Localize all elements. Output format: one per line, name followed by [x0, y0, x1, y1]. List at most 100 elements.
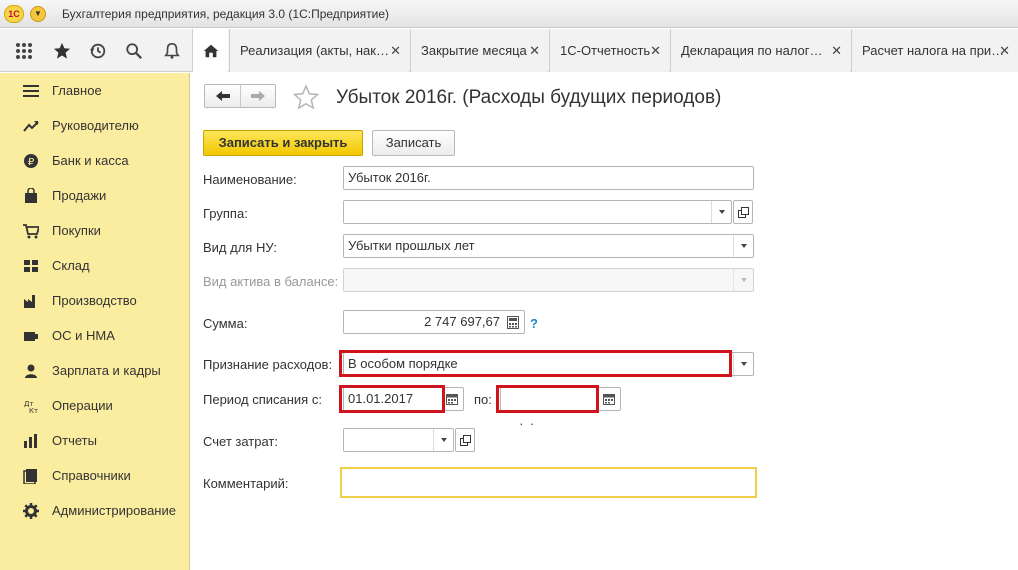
sidebar-item-label: Продажи: [52, 188, 107, 203]
arrow-right-icon: [251, 91, 265, 101]
home-icon: [203, 44, 218, 57]
name-label: Наименование:: [203, 172, 297, 187]
sidebar-item-administration[interactable]: Администрирование: [0, 493, 190, 528]
tab-tax-declaration[interactable]: Декларация по налог… ✕: [670, 29, 850, 72]
name-value: Убыток 2016г.: [348, 170, 431, 185]
sidebar-item-label: Справочники: [52, 468, 131, 483]
sidebar-item-label: Главное: [52, 83, 102, 98]
chevron-down-icon[interactable]: [711, 201, 731, 223]
asset-type-select: [343, 268, 754, 292]
assets-icon: [22, 327, 40, 345]
sidebar-item-reports[interactable]: Отчеты: [0, 423, 190, 458]
calendar-icon[interactable]: [599, 388, 619, 410]
svg-text:₽: ₽: [28, 157, 35, 168]
factory-icon: [22, 292, 40, 310]
window-title-bar: 1C ▼ Бухгалтерия предприятия, редакция 3…: [0, 0, 1018, 28]
highlight-frame: [496, 385, 599, 413]
group-label: Группа:: [203, 206, 248, 221]
tab-tax-calculation[interactable]: Расчет налога на при… ✕: [851, 29, 1018, 72]
sidebar-item-operations[interactable]: Дт Кт Операции: [0, 388, 190, 423]
cost-account-label: Счет затрат:: [203, 434, 278, 449]
person-icon: [22, 362, 40, 380]
tab-label: Расчет налога на при…: [862, 43, 1005, 58]
shopping-bag-icon: [22, 187, 40, 205]
comment-field[interactable]: [340, 467, 757, 498]
arrow-left-icon: [215, 91, 230, 101]
history-nav: [204, 84, 276, 108]
back-button[interactable]: [205, 85, 240, 107]
sidebar-item-label: Производство: [52, 293, 137, 308]
page-title: Убыток 2016г. (Расходы будущих периодов): [336, 87, 722, 108]
close-icon[interactable]: ✕: [390, 43, 401, 59]
sidebar-item-production[interactable]: Производство: [0, 283, 190, 318]
chevron-down-icon[interactable]: [433, 429, 453, 451]
sidebar-item-purchases[interactable]: Покупки: [0, 213, 190, 248]
sidebar-item-label: Администрирование: [52, 503, 176, 518]
recognition-label: Признание расходов:: [203, 357, 333, 372]
tab-label: Декларация по налог…: [681, 43, 823, 58]
home-tab[interactable]: [192, 29, 228, 72]
sidebar-item-salary[interactable]: Зарплата и кадры: [0, 353, 190, 388]
sidebar-item-sales[interactable]: Продажи: [0, 178, 190, 213]
tab-reporting[interactable]: 1С-Отчетность ✕: [549, 29, 669, 72]
calendar-icon[interactable]: [442, 388, 462, 410]
help-icon[interactable]: ?: [530, 316, 538, 331]
tab-realization[interactable]: Реализация (акты, нак… ✕: [229, 29, 409, 72]
sidebar-item-main[interactable]: Главное: [0, 73, 190, 108]
sidebar-item-label: Банк и касса: [52, 153, 129, 168]
sidebar-item-assets[interactable]: ОС и НМА: [0, 318, 190, 353]
group-field[interactable]: [343, 200, 732, 224]
tab-month-closing[interactable]: Закрытие месяца ✕: [410, 29, 548, 72]
svg-text:Кт: Кт: [29, 407, 38, 414]
chevron-down-icon[interactable]: [733, 235, 753, 257]
apps-grid-icon[interactable]: [6, 29, 42, 72]
sidebar-item-label: ОС и НМА: [52, 328, 115, 343]
search-icon[interactable]: [116, 29, 152, 72]
app-title: Бухгалтерия предприятия, редакция 3.0 (1…: [62, 7, 390, 21]
tab-label: Реализация (акты, нак…: [240, 43, 389, 58]
sidebar-item-bank[interactable]: ₽ Банк и касса: [0, 143, 190, 178]
open-form-icon: [459, 434, 471, 446]
asset-type-label: Вид актива в балансе:: [203, 274, 339, 289]
trend-icon: [22, 117, 40, 135]
sidebar-item-label: Склад: [52, 258, 90, 273]
open-cost-account-button[interactable]: [455, 428, 475, 452]
calculator-icon[interactable]: [503, 311, 523, 333]
close-icon[interactable]: ✕: [999, 43, 1010, 59]
period-label: Период списания с:: [203, 392, 322, 407]
sum-field[interactable]: 2 747 697,67: [343, 310, 525, 334]
sidebar-item-manager[interactable]: Руководителю: [0, 108, 190, 143]
forward-button[interactable]: [240, 85, 275, 107]
menu-lines-icon: [22, 82, 40, 100]
notifications-bell-icon[interactable]: [154, 29, 190, 72]
name-field[interactable]: Убыток 2016г.: [343, 166, 754, 190]
catalog-icon: [22, 467, 40, 485]
cost-account-select[interactable]: [343, 428, 454, 452]
add-to-favorites-star-icon[interactable]: [292, 84, 320, 110]
close-icon[interactable]: ✕: [650, 43, 661, 59]
top-panel: Реализация (акты, нак… ✕ Закрытие месяца…: [0, 29, 1018, 72]
sections-sidebar: Главное Руководителю ₽ Банк и касса Прод…: [0, 73, 190, 570]
period-to-value: . .: [512, 413, 534, 428]
sidebar-item-label: Зарплата и кадры: [52, 363, 161, 378]
highlight-frame: [339, 385, 445, 413]
history-icon[interactable]: [80, 29, 116, 72]
save-button[interactable]: Записать: [372, 130, 455, 156]
close-icon[interactable]: ✕: [831, 43, 842, 59]
dt-kt-icon: Дт Кт: [22, 397, 40, 415]
favorites-star-icon[interactable]: [44, 29, 80, 72]
close-icon[interactable]: ✕: [529, 43, 540, 59]
save-and-close-button[interactable]: Записать и закрыть: [203, 130, 363, 156]
period-to-label: по:: [474, 392, 492, 407]
app-logo: 1C: [4, 5, 24, 23]
bar-chart-icon: [22, 432, 40, 450]
sidebar-item-label: Отчеты: [52, 433, 97, 448]
sidebar-item-warehouse[interactable]: Склад: [0, 248, 190, 283]
chevron-down-icon[interactable]: [733, 353, 753, 375]
open-group-button[interactable]: [733, 200, 753, 224]
nu-type-select[interactable]: Убытки прошлых лет: [343, 234, 754, 258]
sidebar-item-catalogs[interactable]: Справочники: [0, 458, 190, 493]
sidebar-item-label: Руководителю: [52, 118, 139, 133]
sum-value: 2 747 697,67: [424, 314, 500, 329]
main-menu-button[interactable]: ▼: [30, 6, 46, 22]
